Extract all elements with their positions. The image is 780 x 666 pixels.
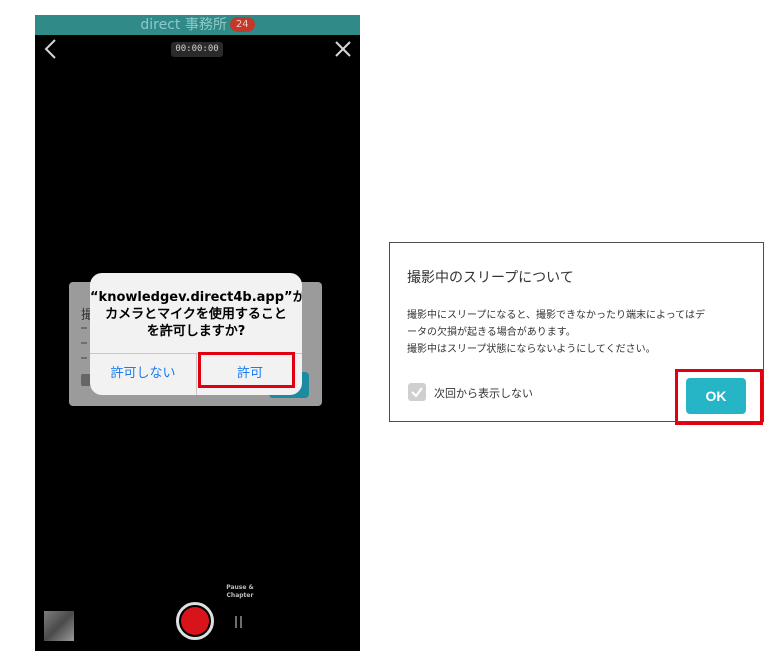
dialog-body-line-2: ータの欠損が起きる場合があります。 xyxy=(407,327,576,338)
dont-show-again-checkbox[interactable] xyxy=(408,383,426,401)
recording-timer: 00:00:00 xyxy=(171,42,223,57)
background-dialog-text xyxy=(81,357,87,359)
background-dialog-text xyxy=(81,342,87,344)
gallery-thumbnail[interactable] xyxy=(44,611,74,641)
checkmark-icon xyxy=(411,387,423,398)
dialog-body: 撮影中にスリープになると、撮影できなかったり端末によってはデ ータの欠損が起きる… xyxy=(407,307,757,358)
allow-highlight-box xyxy=(198,352,295,388)
alert-line-2: カメラとマイクを使用すること xyxy=(105,307,287,322)
alert-line-3: を許可しますか? xyxy=(146,324,246,339)
dialog-title: 撮影中のスリープについて xyxy=(407,270,574,286)
alert-line-1: “knowledgev.direct4b.app”が xyxy=(90,290,302,305)
chat-title: direct 事務所 xyxy=(140,17,227,33)
close-icon[interactable] xyxy=(333,39,353,59)
pause-chapter-label: Pause & Chapter xyxy=(226,584,254,599)
phone-screenshot: direct 事務所 24 00:00:00 撮 “knowledgev.dire… xyxy=(35,15,360,651)
record-icon[interactable] xyxy=(181,607,209,635)
pause-icon[interactable] xyxy=(235,616,243,628)
unread-badge: 24 xyxy=(229,17,255,32)
dialog-body-line-3: 撮影中はスリープ状態にならないようにしてください。 xyxy=(407,344,656,355)
ok-highlight-box xyxy=(675,369,763,425)
background-dialog-text xyxy=(81,327,87,329)
chat-header: direct 事務所 24 xyxy=(35,15,360,35)
back-chevron-icon[interactable] xyxy=(41,37,61,61)
deny-button[interactable]: 許可しない xyxy=(90,353,196,395)
dialog-body-line-1: 撮影中にスリープになると、撮影できなかったり端末によってはデ xyxy=(407,310,705,321)
alert-message: “knowledgev.direct4b.app”が カメラとマイクを使用するこ… xyxy=(90,289,302,340)
dont-show-again-label: 次回から表示しない xyxy=(434,387,533,400)
